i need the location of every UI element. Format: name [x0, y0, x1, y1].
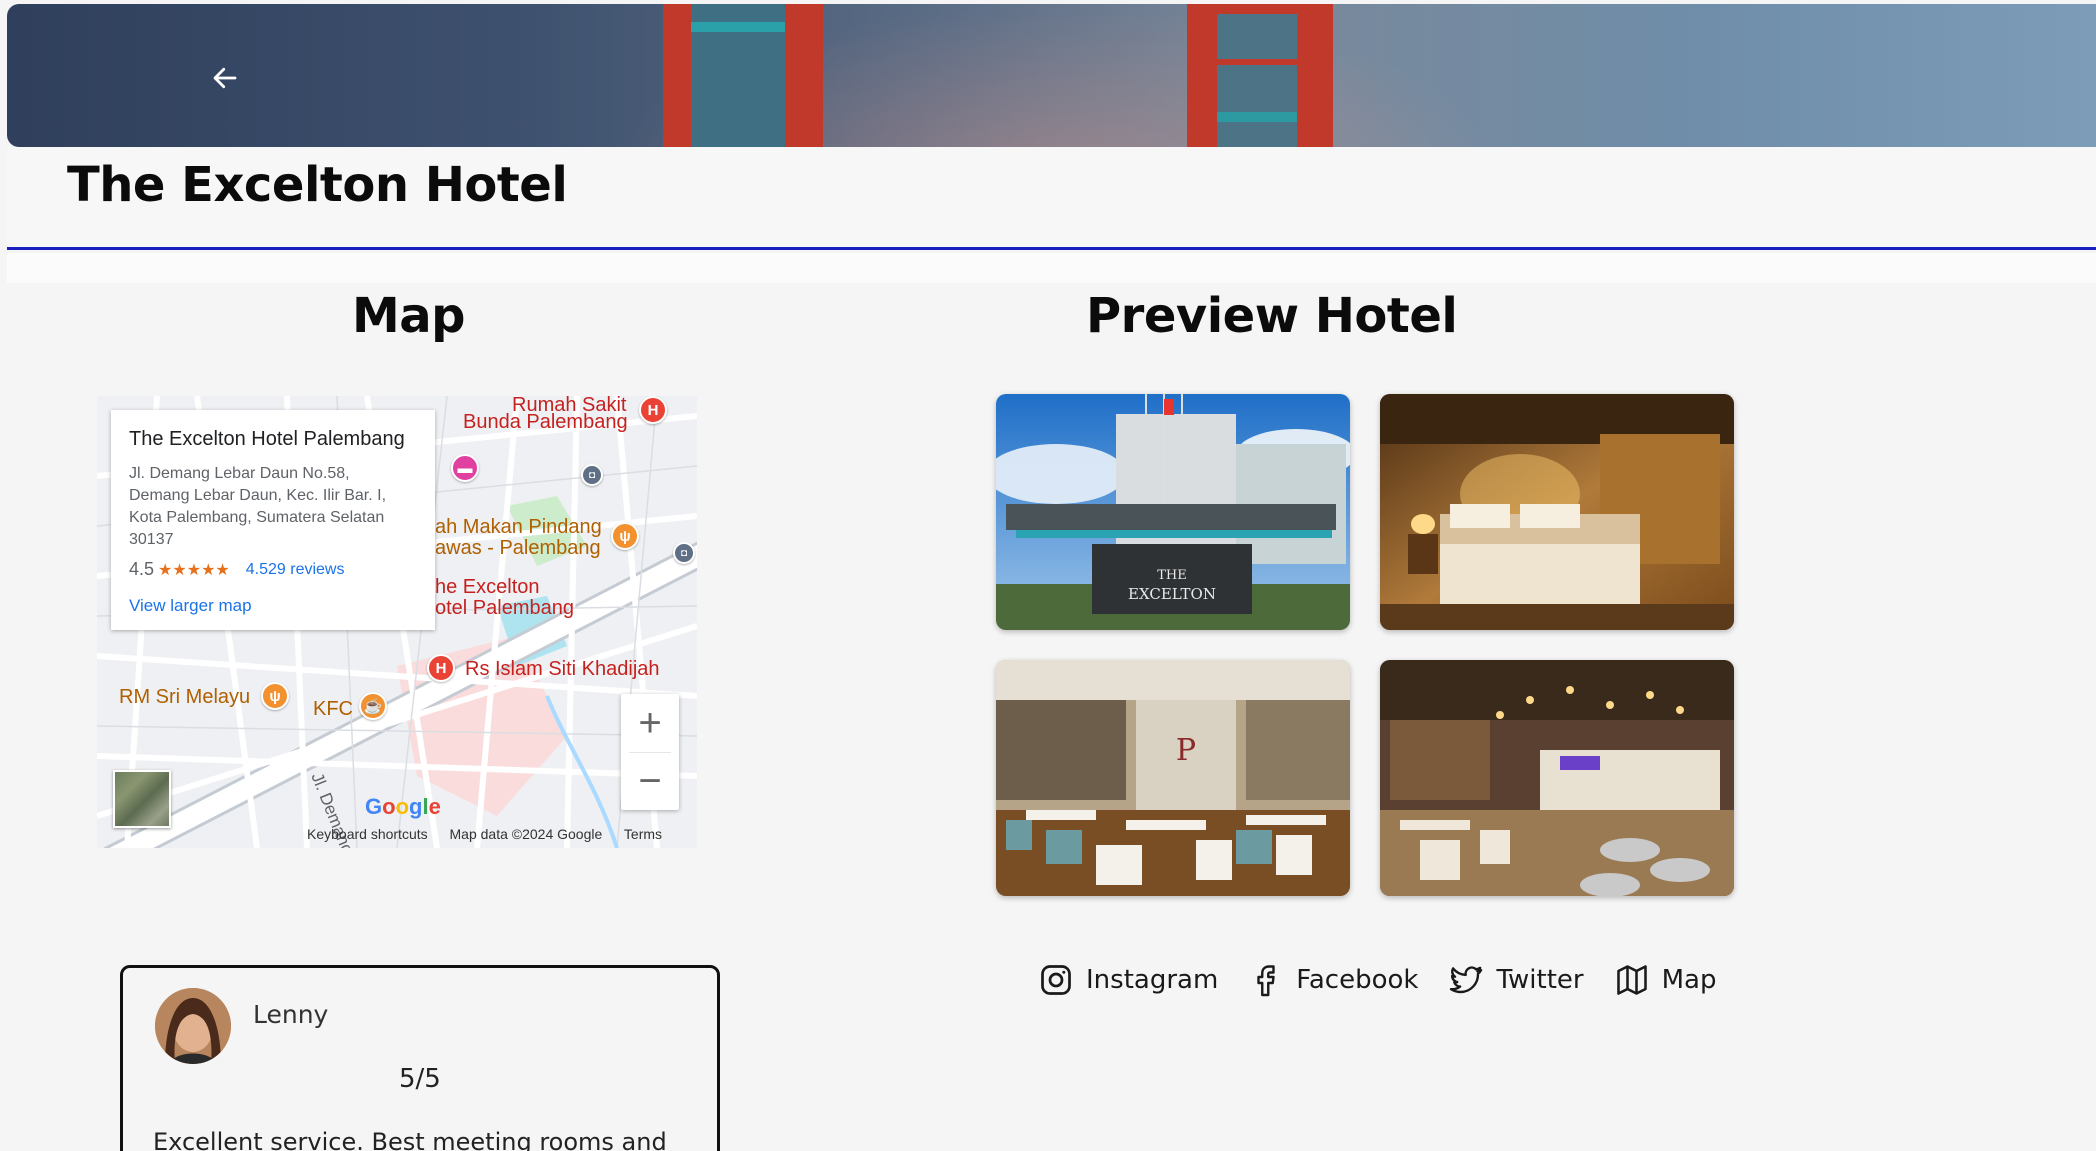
twitter-icon — [1450, 966, 1483, 994]
zoom-in-button[interactable]: + — [621, 694, 679, 752]
bridge-tower-left-pillar-2 — [785, 4, 823, 147]
map-label-excelton-2: otel Palembang — [435, 597, 574, 619]
map-data-attribution: Map data ©2024 Google — [449, 826, 603, 842]
map-card-title: The Excelton Hotel Palembang — [129, 428, 405, 450]
preview-section-title: Preview Hotel — [1086, 288, 1458, 344]
svg-text:THE: THE — [1157, 568, 1187, 583]
review-text: Excellent service. Best meeting rooms an… — [153, 1128, 667, 1151]
map-icon — [1616, 965, 1647, 995]
map-label-kfc: KFC — [313, 698, 353, 720]
terms-link[interactable]: Terms — [624, 826, 662, 842]
restaurant-pin-icon[interactable]: ψ — [611, 522, 639, 550]
instagram-icon — [1041, 965, 1071, 995]
avatar — [155, 988, 231, 1064]
map-label-pindang-2: awas - Palembang — [435, 537, 601, 559]
star-rating-icon: ★★★★★ — [158, 561, 230, 579]
hotel-exterior-image: THE EXCELTON — [996, 394, 1350, 630]
reviewer-avatar-image — [155, 988, 231, 1064]
reviews-link[interactable]: 4.529 reviews — [246, 561, 345, 579]
address-line: 30137 — [129, 531, 174, 548]
address-line: Kota Palembang, Sumatera Selatan — [129, 509, 385, 526]
map-label: Map — [1661, 965, 1717, 995]
restaurant-pin-icon-2[interactable]: ψ — [261, 682, 289, 710]
map-footer: Keyboard shortcuts Map data ©2024 Google… — [307, 826, 680, 842]
zoom-out-button[interactable]: − — [621, 753, 679, 810]
map-zoom-control: + − — [621, 694, 679, 810]
map-label-rs-islam: Rs Islam Siti Khadijah — [465, 658, 660, 680]
review-card: Lenny 5/5 Excellent service. Best meetin… — [120, 965, 720, 1151]
bridge-tower-left-pillar — [663, 4, 691, 147]
map-label-rm-sri-melayu: RM Sri Melayu — [119, 686, 251, 708]
embedded-map[interactable]: Rumah Sakit Bunda Palembang H ▬ ◘ ◘ ah M… — [97, 396, 697, 848]
title-bar: The Excelton Hotel — [7, 147, 2096, 250]
google-logo: Google — [365, 794, 441, 819]
bridge-tower-right-pillar-2 — [1297, 4, 1333, 147]
bridge-beam-lower — [1217, 112, 1297, 122]
keyboard-shortcuts-link[interactable]: Keyboard shortcuts — [307, 826, 428, 842]
map-card-address: Jl. Demang Lebar Daun No.58, Demang Leba… — [129, 463, 417, 551]
bridge-top-beam — [1217, 4, 1297, 14]
map-label-pindang-1: ah Makan Pindang — [435, 516, 602, 538]
hotel-restaurant-image: P — [996, 660, 1350, 896]
hotel-pin-icon[interactable]: ▬ — [451, 454, 479, 482]
header-banner — [7, 4, 2096, 147]
twitter-label: Twitter — [1496, 965, 1584, 995]
rating-value: 4.5 — [129, 559, 155, 579]
hospital-pin-icon[interactable]: H — [639, 396, 667, 424]
map-link[interactable]: Map — [1614, 962, 1717, 998]
facebook-label: Facebook — [1296, 965, 1419, 995]
social-links: Instagram Facebook Twitter Map — [1038, 962, 1746, 998]
svg-text:P: P — [1176, 733, 1196, 768]
hotel-buffet-image — [1380, 660, 1734, 896]
cafe-pin-icon[interactable]: ☕ — [359, 692, 387, 720]
bridge-tower-right-gap — [1217, 4, 1297, 147]
map-info-card: The Excelton Hotel Palembang Jl. Demang … — [111, 410, 435, 630]
bridge-tower-right-pillar — [1187, 4, 1217, 147]
svg-text:EXCELTON: EXCELTON — [1128, 585, 1216, 603]
satellite-toggle-button[interactable] — [113, 770, 171, 828]
hotel-photo-exterior[interactable]: THE EXCELTON — [996, 394, 1350, 630]
address-line: Jl. Demang Lebar Daun No.58, — [129, 465, 350, 482]
arrow-left-icon — [213, 67, 237, 89]
map-section-title: Map — [352, 288, 466, 344]
review-score: 5/5 — [399, 1064, 441, 1094]
instagram-link[interactable]: Instagram — [1038, 962, 1218, 998]
bridge-mid-beam — [1217, 59, 1297, 65]
divider-area — [7, 253, 2096, 283]
hotel-photo-buffet[interactable] — [1380, 660, 1734, 896]
page-title: The Excelton Hotel — [67, 157, 568, 213]
hotel-photo-restaurant[interactable]: P — [996, 660, 1350, 896]
hospital-pin-icon-2[interactable]: H — [427, 654, 455, 682]
bridge-beam — [691, 22, 785, 32]
facebook-icon — [1257, 965, 1275, 997]
hotel-bedroom-image — [1380, 394, 1734, 630]
facebook-link[interactable]: Facebook — [1248, 962, 1418, 998]
back-button[interactable] — [203, 56, 247, 100]
page: The Excelton Hotel Map Preview Hotel Rum… — [0, 0, 2096, 1151]
map-rating-row: 4.5 ★★★★★ 4.529 reviews — [129, 559, 417, 580]
bus-stop-icon-2[interactable]: ◘ — [673, 542, 695, 564]
address-line: Demang Lebar Daun, Kec. Ilir Bar. I, — [129, 487, 387, 504]
map-label-bunda: Bunda Palembang — [463, 411, 628, 433]
map-label-excelton-1: he Excelton — [435, 576, 540, 598]
twitter-link[interactable]: Twitter — [1448, 962, 1584, 998]
bus-stop-icon[interactable]: ◘ — [581, 464, 603, 486]
instagram-label: Instagram — [1086, 965, 1219, 995]
view-larger-map-link[interactable]: View larger map — [129, 596, 417, 616]
reviewer-name: Lenny — [253, 1000, 329, 1029]
hotel-photo-bedroom[interactable] — [1380, 394, 1734, 630]
